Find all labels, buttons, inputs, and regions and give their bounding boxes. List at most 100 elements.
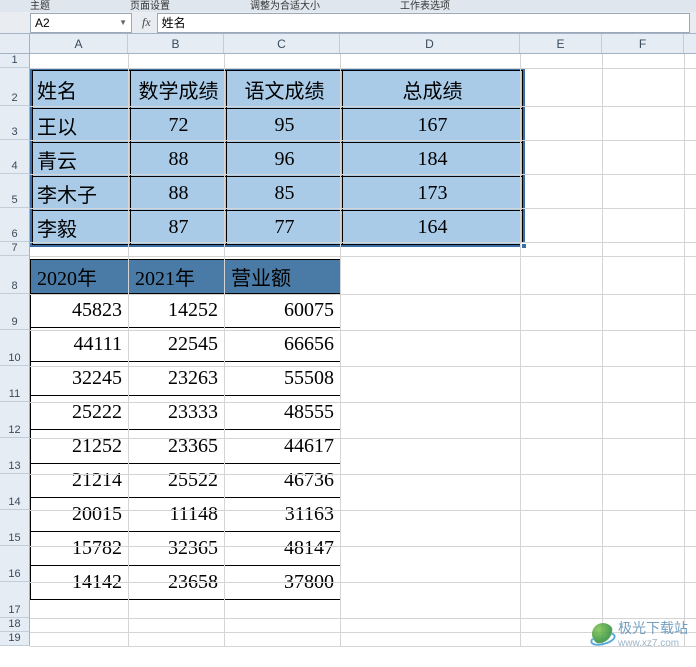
row-header-12[interactable]: 12	[0, 402, 30, 438]
row-header-6[interactable]: 6	[0, 208, 30, 242]
cells-area[interactable]: 姓名 数学成绩 语文成绩 总成绩 王以 72 95 167 青云 88	[30, 54, 696, 646]
row-header-15[interactable]: 15	[0, 510, 30, 546]
rev-cell[interactable]: 25222	[31, 396, 129, 430]
col-header-E[interactable]: E	[520, 34, 602, 53]
table-row: 李毅 87 77 164	[33, 211, 523, 245]
cell-name[interactable]: 李毅	[33, 211, 131, 245]
row-header-11[interactable]: 11	[0, 366, 30, 402]
name-box-dropdown-icon[interactable]: ▼	[119, 18, 127, 27]
rev-cell[interactable]: 31163	[225, 498, 341, 532]
cell-chinese[interactable]: 77	[227, 211, 343, 245]
col-header-D[interactable]: D	[340, 34, 520, 53]
gridline-h	[30, 208, 696, 209]
table-row: 王以 72 95 167	[33, 109, 523, 143]
cell-name[interactable]: 王以	[33, 109, 131, 143]
ribbon-tab-theme[interactable]: 主题	[30, 0, 50, 12]
row-header-17[interactable]: 17	[0, 582, 30, 618]
gridline-h	[30, 546, 696, 547]
cell-math[interactable]: 87	[131, 211, 227, 245]
rev-cell[interactable]: 20015	[31, 498, 129, 532]
row-header-19[interactable]: 19	[0, 632, 30, 646]
rev-cell[interactable]: 21214	[31, 464, 129, 498]
row-headers: 12345678910111213141516171819	[0, 54, 30, 646]
row-header-1[interactable]: 1	[0, 54, 30, 68]
cell-total[interactable]: 173	[343, 177, 523, 211]
cell-chinese[interactable]: 95	[227, 109, 343, 143]
ribbon-tab-pagesetup[interactable]: 页面设置	[130, 0, 170, 12]
table-row: 2020年 2021年 营业额	[31, 260, 341, 294]
col-header-F[interactable]: F	[602, 34, 684, 53]
row-header-9[interactable]: 9	[0, 294, 30, 330]
rev-cell[interactable]: 11148	[129, 498, 225, 532]
col-header-B[interactable]: B	[128, 34, 224, 53]
gridline-h	[30, 330, 696, 331]
table-row: 157823236548147	[31, 532, 341, 566]
grades-header-name[interactable]: 姓名	[33, 71, 131, 109]
grades-header-math[interactable]: 数学成绩	[131, 71, 227, 109]
table-row: 212522336544617	[31, 430, 341, 464]
rev-cell[interactable]: 44111	[31, 328, 129, 362]
row-header-16[interactable]: 16	[0, 546, 30, 582]
table-row: 212142552246736	[31, 464, 341, 498]
grades-header-total[interactable]: 总成绩	[343, 71, 523, 109]
cell-math[interactable]: 88	[131, 143, 227, 177]
row-header-13[interactable]: 13	[0, 438, 30, 474]
rev-cell[interactable]: 21252	[31, 430, 129, 464]
cell-chinese[interactable]: 96	[227, 143, 343, 177]
rev-cell[interactable]: 32365	[129, 532, 225, 566]
row-header-7[interactable]: 7	[0, 242, 30, 256]
rev-cell[interactable]: 60075	[225, 294, 341, 328]
spreadsheet-grid[interactable]: A B C D E F 1234567891011121314151617181…	[0, 34, 696, 646]
watermark: 极光下载站 www.xz7.com	[592, 618, 688, 649]
fx-icon[interactable]: fx	[142, 15, 151, 30]
rev-cell[interactable]: 15782	[31, 532, 129, 566]
row-header-4[interactable]: 4	[0, 140, 30, 174]
rev-cell[interactable]: 14252	[129, 294, 225, 328]
col-header-C[interactable]: C	[224, 34, 340, 53]
cell-total[interactable]: 167	[343, 109, 523, 143]
row-header-10[interactable]: 10	[0, 330, 30, 366]
row-header-18[interactable]: 18	[0, 618, 30, 632]
table-row: 441112254566656	[31, 328, 341, 362]
rev-cell[interactable]: 48147	[225, 532, 341, 566]
cell-total[interactable]: 184	[343, 143, 523, 177]
rev-cell[interactable]: 25522	[129, 464, 225, 498]
cell-name[interactable]: 李木子	[33, 177, 131, 211]
formula-bar-row: A2 ▼ fx 姓名	[0, 12, 696, 34]
ribbon-tab-sheetopts[interactable]: 工作表选项	[400, 0, 450, 12]
cell-math[interactable]: 88	[131, 177, 227, 211]
row-header-2[interactable]: 2	[0, 68, 30, 106]
formula-bar[interactable]: 姓名	[157, 13, 690, 33]
row-header-3[interactable]: 3	[0, 106, 30, 140]
rev-cell[interactable]: 44617	[225, 430, 341, 464]
grades-header-chinese[interactable]: 语文成绩	[227, 71, 343, 109]
rev-cell[interactable]: 23333	[129, 396, 225, 430]
selection-fill-handle[interactable]	[521, 243, 527, 249]
row-header-5[interactable]: 5	[0, 174, 30, 208]
select-all-corner[interactable]	[0, 34, 30, 53]
rev-cell[interactable]: 48555	[225, 396, 341, 430]
gridline-v	[520, 54, 521, 646]
col-header-A[interactable]: A	[30, 34, 128, 53]
rev-header-total[interactable]: 营业额	[225, 260, 341, 294]
gridline-h	[30, 474, 696, 475]
rev-cell[interactable]: 45823	[31, 294, 129, 328]
cell-total[interactable]: 164	[343, 211, 523, 245]
rev-cell[interactable]: 22545	[129, 328, 225, 362]
table-row: 252222333348555	[31, 396, 341, 430]
name-box[interactable]: A2 ▼	[30, 13, 132, 33]
ribbon-tab-scale[interactable]: 调整为合适大小	[250, 0, 320, 12]
watermark-url: www.xz7.com	[618, 638, 688, 649]
gridline-h	[30, 106, 696, 107]
rev-cell[interactable]: 66656	[225, 328, 341, 362]
rev-cell[interactable]: 46736	[225, 464, 341, 498]
cell-name[interactable]: 青云	[33, 143, 131, 177]
rev-cell[interactable]: 23365	[129, 430, 225, 464]
cell-math[interactable]: 72	[131, 109, 227, 143]
rev-header-2020[interactable]: 2020年	[31, 260, 129, 294]
row-header-14[interactable]: 14	[0, 474, 30, 510]
rev-header-2021[interactable]: 2021年	[129, 260, 225, 294]
gridline-v	[340, 54, 341, 646]
cell-chinese[interactable]: 85	[227, 177, 343, 211]
row-header-8[interactable]: 8	[0, 256, 30, 294]
